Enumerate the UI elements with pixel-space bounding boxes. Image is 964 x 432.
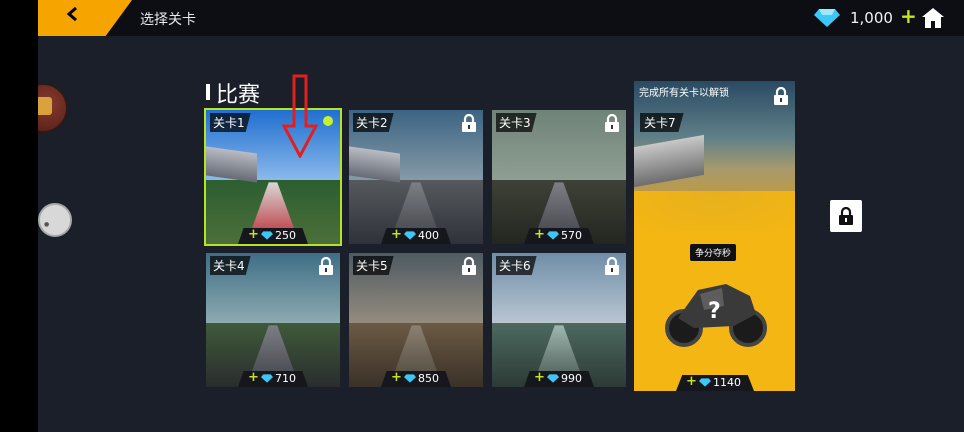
- lock-icon: [839, 207, 853, 225]
- motorcycle-icon: ?: [665, 284, 767, 347]
- diamond-icon: [814, 9, 840, 27]
- selected-indicator: [323, 116, 333, 126]
- add-currency-button[interactable]: +: [900, 4, 917, 28]
- level-reward: + 850: [381, 371, 451, 387]
- locked-next-button[interactable]: [830, 200, 862, 232]
- map-pin-icon: ●: [44, 221, 50, 228]
- reward-value: 570: [561, 229, 582, 242]
- page-title: 选择关卡: [140, 12, 196, 28]
- plus-icon: +: [534, 227, 545, 242]
- plus-icon: +: [391, 227, 402, 242]
- diamond-icon: [699, 378, 711, 387]
- level-label: 关卡7: [640, 113, 684, 132]
- level-reward: + 990: [524, 371, 594, 387]
- plus-icon: +: [248, 370, 259, 385]
- level-reward: + 710: [238, 371, 308, 387]
- back-button[interactable]: [38, 0, 132, 36]
- unlock-requirement: 完成所有关卡以解锁: [639, 88, 729, 99]
- reward-value: 710: [275, 372, 296, 385]
- plus-icon: +: [391, 370, 402, 385]
- reward-value: 850: [418, 372, 439, 385]
- reward-value: 250: [275, 229, 296, 242]
- top-bar: 选择关卡 1,000 +: [38, 0, 964, 36]
- lock-icon: [605, 114, 619, 132]
- diamond-icon: [261, 374, 273, 383]
- reward-value: 400: [418, 229, 439, 242]
- down-arrow-icon: [282, 74, 318, 158]
- avatar[interactable]: [38, 83, 68, 133]
- reward-value: 1140: [713, 376, 741, 389]
- level-reward: + 570: [524, 228, 594, 244]
- reward-value: 990: [561, 372, 582, 385]
- level-label: 关卡5: [353, 256, 394, 275]
- mode-badge: 争分夺秒: [690, 244, 737, 261]
- level-select-screen: 选择关卡 1,000 + ● 比赛 关卡1 + 250 关卡2 + 400 关卡…: [38, 0, 964, 432]
- level-card-4[interactable]: 关卡4 + 710: [206, 253, 340, 387]
- diamond-icon: [404, 231, 416, 240]
- level-reward: + 250: [238, 228, 308, 244]
- plus-icon: +: [686, 374, 697, 389]
- lock-icon: [462, 257, 476, 275]
- plus-icon: +: [534, 370, 545, 385]
- level-card-5[interactable]: 关卡5 + 850: [349, 253, 483, 387]
- currency-amount: 1,000: [850, 9, 893, 27]
- level-card-3[interactable]: 关卡3 + 570: [492, 110, 626, 244]
- level-card-2[interactable]: 关卡2 + 400: [349, 110, 483, 244]
- home-icon[interactable]: [922, 8, 944, 28]
- level-label: 关卡2: [353, 113, 394, 132]
- lock-icon: [319, 257, 333, 275]
- level-label: 关卡4: [210, 256, 251, 275]
- section-marker: [206, 84, 210, 100]
- card-ground: [634, 191, 795, 231]
- trophy-icon: [38, 97, 52, 115]
- diamond-icon: [547, 231, 559, 240]
- level-label: 关卡3: [496, 113, 537, 132]
- level-card-6[interactable]: 关卡6 + 990: [492, 253, 626, 387]
- left-strip: [0, 0, 38, 432]
- map-button[interactable]: ●: [38, 203, 72, 237]
- level-card-1[interactable]: 关卡1 + 250: [204, 108, 342, 246]
- chevron-left-icon: [66, 7, 77, 21]
- lock-icon: [462, 114, 476, 132]
- section-title: 比赛: [216, 83, 261, 108]
- diamond-icon: [547, 374, 559, 383]
- level-label: 关卡6: [496, 256, 537, 275]
- level-reward: + 1140: [676, 375, 754, 391]
- lock-icon: [774, 87, 788, 105]
- lock-icon: [605, 257, 619, 275]
- level-card-7[interactable]: 完成所有关卡以解锁 关卡7 争分夺秒 ? + 1140: [634, 81, 795, 391]
- plus-icon: +: [248, 227, 259, 242]
- svg-text:?: ?: [708, 299, 721, 324]
- level-reward: + 400: [381, 228, 451, 244]
- diamond-icon: [261, 231, 273, 240]
- level-label: 关卡1: [210, 113, 251, 132]
- diamond-icon: [404, 374, 416, 383]
